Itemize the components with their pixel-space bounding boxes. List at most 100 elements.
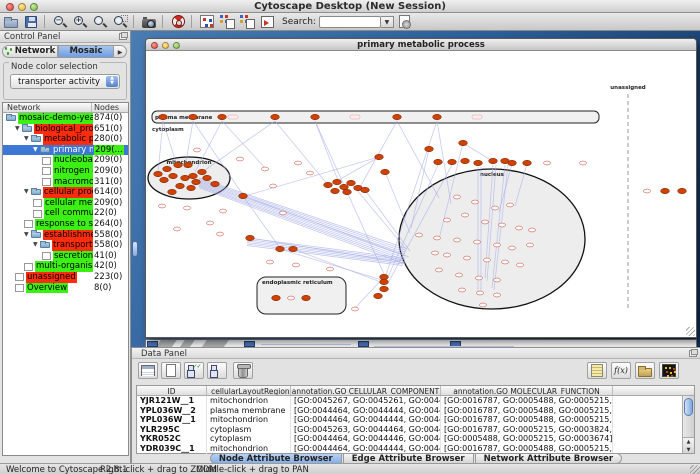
tree-row[interactable]: ▼cellular process614(0) (3, 187, 128, 198)
new-attribute-button[interactable] (161, 362, 181, 379)
network-window-titlebar[interactable]: primary metabolic process (146, 39, 696, 51)
table-cell[interactable]: YLR295C (137, 425, 207, 435)
tree-row-label[interactable]: Overview (26, 283, 68, 294)
tree-row[interactable]: Overview8(0) (3, 283, 128, 294)
tree-row-label[interactable]: cellular metabo (44, 198, 93, 209)
graph-node[interactable] (361, 187, 370, 192)
graph-node-small[interactable] (494, 243, 501, 247)
graph-node-small[interactable] (293, 263, 300, 267)
table-row[interactable]: YJR121W__1mitochondrion[GO:0045267, GO:0… (137, 396, 694, 406)
graph-node-small[interactable] (307, 171, 314, 175)
table-scrollbar[interactable]: ▲▼ (682, 396, 694, 453)
tree-row[interactable]: mosaic-demo-yeast874(0) (3, 113, 128, 124)
graph-node[interactable] (276, 246, 285, 251)
graph-node[interactable] (189, 114, 198, 119)
graph-node[interactable] (380, 279, 389, 284)
graph-node-small[interactable] (444, 218, 451, 222)
graph-node-small[interactable] (436, 268, 443, 272)
graph-node[interactable] (508, 160, 517, 165)
heatmap-button[interactable] (659, 362, 679, 379)
table-scroll-thumb[interactable] (684, 398, 693, 416)
graph-node-small[interactable] (288, 296, 295, 300)
tab-network[interactable]: Network (2, 45, 58, 58)
graph-node-small[interactable] (217, 232, 224, 236)
table-scroll-buttons[interactable]: ▲▼ (683, 437, 694, 453)
tree-column-divider[interactable] (91, 103, 92, 112)
graph-node-small[interactable] (454, 195, 461, 199)
graph-node-small[interactable] (484, 258, 491, 262)
graph-node[interactable] (311, 114, 320, 119)
graph-node[interactable] (160, 177, 169, 182)
graph-node-small[interactable] (527, 243, 534, 247)
graph-node[interactable] (425, 146, 434, 151)
graph-node[interactable] (331, 188, 340, 193)
table-row[interactable]: YPL036W__1mitochondrion[GO:0044464, GO:0… (137, 415, 694, 425)
graph-node-small[interactable] (159, 204, 166, 208)
search-dropdown-button[interactable]: ▼ (381, 16, 394, 28)
graph-node[interactable] (176, 183, 185, 188)
import-network-button[interactable] (258, 14, 276, 30)
zoom-out-button[interactable]: − (51, 14, 69, 30)
window-titlebar[interactable]: Cytoscape Desktop (New Session) (0, 0, 700, 13)
table-cell[interactable]: [GO:0044464, GO:0044444, GO:0044425, G..… (291, 406, 441, 416)
graph-node[interactable] (374, 293, 383, 298)
table-cell[interactable]: mitochondrion (207, 415, 291, 425)
tree-row-label[interactable]: mosaic-demo-yeast (18, 113, 93, 124)
graph-node-small[interactable] (492, 206, 499, 210)
unselect-attributes-button[interactable] (207, 362, 227, 379)
graph-node[interactable] (159, 114, 168, 119)
tree-row[interactable]: cellular metabo209(0) (3, 198, 128, 209)
table-row[interactable]: YPL036W__2plasma membrane[GO:0044464, GO… (137, 406, 694, 416)
graph-node-small[interactable] (529, 228, 536, 232)
tree-row-label[interactable]: establishment of lo (43, 230, 93, 241)
tree-row[interactable]: unassigned223(0) (3, 272, 128, 283)
graph-node-small[interactable] (474, 240, 481, 244)
graph-node-small[interactable] (517, 263, 524, 267)
window-resize-grip[interactable] (690, 465, 700, 474)
table-row[interactable]: YLR295Ccytoplasm[GO:0045263, GO:0044464,… (137, 425, 694, 435)
graph-node-small[interactable] (462, 213, 469, 217)
tree-row-label[interactable]: metabolic process (43, 134, 93, 145)
graph-node[interactable] (678, 188, 687, 193)
graph-node-small[interactable] (280, 211, 287, 215)
open-session-button[interactable] (2, 14, 20, 30)
graph-node-small[interactable] (267, 260, 274, 264)
float-panel-icon[interactable] (689, 350, 697, 357)
graph-node[interactable] (474, 160, 483, 165)
graph-node-small[interactable] (472, 200, 479, 204)
graph-node[interactable] (211, 181, 220, 186)
table-cell[interactable]: cytoplasm (207, 434, 291, 444)
graph-node-small[interactable] (494, 278, 501, 282)
graph-node-small[interactable] (352, 307, 359, 311)
expander-icon[interactable]: ▼ (33, 240, 40, 251)
graph-node-small[interactable] (220, 209, 227, 213)
graph-node-small[interactable] (499, 223, 506, 227)
import-attributes-button[interactable] (635, 362, 655, 379)
graph-node[interactable] (271, 114, 280, 119)
graph-node-small[interactable] (464, 256, 471, 260)
graph-node[interactable] (461, 158, 470, 163)
tree-row[interactable]: macromolecule311(0) (3, 177, 128, 188)
table-cell[interactable]: YJR121W__1 (137, 396, 207, 406)
graph-node[interactable] (163, 166, 172, 171)
graph-node[interactable] (184, 162, 193, 167)
search-config-button[interactable] (396, 14, 414, 30)
expander-icon[interactable]: ▼ (24, 187, 31, 198)
snapshot-button[interactable] (140, 14, 158, 30)
expander-icon[interactable]: ▼ (33, 145, 40, 156)
graph-node-small[interactable] (270, 184, 277, 188)
graph-node[interactable] (375, 154, 384, 159)
graph-node[interactable] (434, 159, 443, 164)
graph-node-small[interactable] (480, 303, 487, 307)
tree-row-label[interactable]: cellular process (43, 187, 93, 198)
node-color-dropdown[interactable]: transporter activity ▲▼ (10, 74, 120, 89)
tree-row-label[interactable]: transport (52, 240, 93, 251)
graph-node[interactable] (340, 184, 349, 189)
table-column-header[interactable]: annotation.GO CELLULAR_COMPONENT (291, 386, 441, 395)
tree-row[interactable]: ▼primary metabo209(... (3, 145, 128, 156)
graph-node[interactable] (239, 193, 248, 198)
table-cell[interactable]: cytoplasm (207, 425, 291, 435)
table-column-header[interactable]: annotation.GO MOLECULAR_FUNCTION (441, 386, 613, 395)
network-window-resize-grip[interactable] (686, 327, 695, 336)
network-view-button[interactable] (198, 14, 216, 30)
